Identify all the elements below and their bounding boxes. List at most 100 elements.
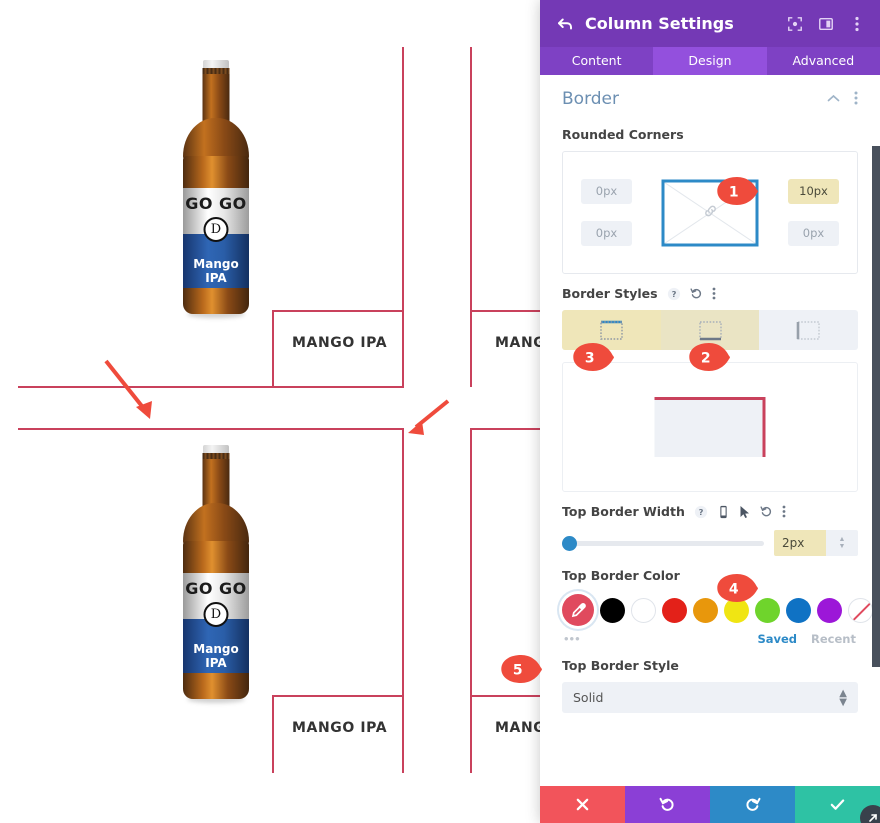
beer-bottle-image-1: GO GO D Mango IPA xyxy=(183,60,249,320)
row2-top-border xyxy=(18,428,404,430)
row2-top-border-c2 xyxy=(470,428,540,430)
top-border-color-picker[interactable] xyxy=(562,594,594,626)
beer-bottle-image-2: GO GO D Mango IPA xyxy=(183,445,249,705)
mobile-icon[interactable] xyxy=(717,505,730,519)
saved-colors-link[interactable]: Saved xyxy=(757,632,797,646)
stepper-down-icon[interactable]: ▼ xyxy=(839,543,846,550)
layout-icon[interactable] xyxy=(817,15,835,33)
svg-text:1: 1 xyxy=(729,185,739,201)
rounded-corner-top-right[interactable]: 10px xyxy=(788,179,839,204)
color-swatch-blue[interactable] xyxy=(786,597,811,623)
caption-box-left-r1c1 xyxy=(272,310,274,387)
color-swatch-red[interactable] xyxy=(662,597,687,623)
callout-pin-3: 3 xyxy=(573,343,614,371)
width-slider-knob[interactable] xyxy=(562,535,577,551)
width-slider-track[interactable] xyxy=(562,535,764,551)
caption-box-top-r2c2 xyxy=(470,695,540,697)
bottle-variant-text: Mango IPA xyxy=(193,642,239,670)
caption-box-top-r1c2 xyxy=(470,310,540,312)
row1-bottom-border xyxy=(18,386,404,388)
cancel-button[interactable] xyxy=(540,786,625,823)
left-border-style-button[interactable] xyxy=(759,310,858,350)
top-border-width-input[interactable]: 2px xyxy=(774,530,826,556)
column-border-right-r2c1 xyxy=(402,428,404,773)
panel-header-icons xyxy=(786,15,866,33)
bottle-variant-text: Mango IPA xyxy=(193,257,239,285)
tab-content[interactable]: Content xyxy=(540,47,653,75)
product-caption-3: MANGO IPA xyxy=(292,720,388,736)
help-icon[interactable]: ? xyxy=(667,287,681,301)
svg-text:4: 4 xyxy=(729,582,739,598)
column-border-right-r1c1 xyxy=(402,47,404,387)
callout-pin-4: 4 xyxy=(717,574,758,602)
help-icon[interactable]: ? xyxy=(694,505,708,519)
width-stepper[interactable]: ▲ ▼ xyxy=(826,530,858,556)
product-caption-2: MANGO IPA xyxy=(495,335,540,351)
top-border-color-label: Top Border Color xyxy=(562,568,680,583)
top-border-width-label: Top Border Width ? xyxy=(562,504,858,519)
top-border-style-value: Solid xyxy=(573,690,604,705)
top-border-width-field: Top Border Width ? 2px ▲ ▼ xyxy=(540,504,880,556)
bottle-brand-text: GO GO xyxy=(185,579,247,598)
color-swatch-row xyxy=(562,594,873,626)
callout-pin-2: 2 xyxy=(689,343,730,371)
reset-icon[interactable] xyxy=(760,505,773,518)
more-vertical-icon[interactable] xyxy=(712,287,716,300)
bottle-logo-mark: D xyxy=(203,602,229,627)
bottle-neck xyxy=(202,459,230,507)
more-vertical-icon[interactable] xyxy=(782,505,786,518)
svg-text:?: ? xyxy=(671,289,676,299)
top-border-width-control: 2px ▲ ▼ xyxy=(562,530,858,556)
bottle-logo-mark: D xyxy=(203,217,229,242)
svg-text:?: ? xyxy=(698,507,703,517)
rounded-corner-bottom-right[interactable]: 0px xyxy=(788,221,839,246)
color-swatch-transparent[interactable] xyxy=(848,597,873,623)
top-border-style-field: Top Border Style Solid ▲ ▼ xyxy=(540,658,880,713)
reset-icon[interactable] xyxy=(690,287,703,300)
section-title: Border xyxy=(562,89,619,109)
border-preview-box xyxy=(654,397,766,457)
color-swatch-purple[interactable] xyxy=(817,597,842,623)
focus-icon[interactable] xyxy=(786,15,804,33)
top-border-style-select[interactable]: Solid ▲ ▼ xyxy=(562,682,858,713)
caption-box-top-r2c1 xyxy=(272,695,404,697)
caption-box-left-r2c2 xyxy=(470,695,472,773)
caption-box-top-r1c1 xyxy=(272,310,404,312)
svg-text:3: 3 xyxy=(585,351,595,367)
panel-scrollbar[interactable] xyxy=(872,146,880,667)
border-styles-label-text: Border Styles xyxy=(562,286,658,301)
chevron-up-icon[interactable] xyxy=(827,92,840,106)
color-swatch-black[interactable] xyxy=(600,597,625,623)
callout-pin-5: 5 xyxy=(501,655,542,683)
select-arrows-icon: ▲ ▼ xyxy=(839,687,847,708)
cursor-icon[interactable] xyxy=(739,505,751,519)
rounded-corners-widget: 0px 10px 0px 0px xyxy=(562,151,858,274)
tab-design[interactable]: Design xyxy=(653,47,767,75)
resize-handle[interactable] xyxy=(860,805,880,823)
product-caption-1: MANGO IPA xyxy=(292,335,388,351)
recent-colors-link[interactable]: Recent xyxy=(811,632,856,646)
panel-header: Column Settings xyxy=(540,0,880,47)
tab-advanced[interactable]: Advanced xyxy=(767,47,880,75)
top-border-color-field: Top Border Color ••• Saved Recent xyxy=(540,568,880,646)
svg-text:5: 5 xyxy=(513,663,523,679)
undo-button[interactable] xyxy=(625,786,710,823)
website-preview: GO GO D Mango IPA MANGO IPA MANGO IPA GO… xyxy=(0,0,540,823)
panel-body: Border Rounded Corners 0px 10px 0px 0px xyxy=(540,75,880,786)
back-arrow-icon[interactable] xyxy=(554,13,576,35)
rounded-corner-bottom-left[interactable]: 0px xyxy=(581,221,632,246)
ellipsis-icon[interactable]: ••• xyxy=(564,631,743,646)
bottle-brand-text: GO GO xyxy=(185,194,247,213)
more-vertical-icon[interactable] xyxy=(848,15,866,33)
svg-text:2: 2 xyxy=(701,351,711,367)
section-more-icon[interactable] xyxy=(854,91,858,108)
annotation-arrow-right xyxy=(408,399,450,435)
color-swatch-white[interactable] xyxy=(631,597,656,623)
rounded-corner-top-left[interactable]: 0px xyxy=(581,179,632,204)
caption-box-left-r1c2 xyxy=(470,310,472,387)
border-preview-field xyxy=(540,362,880,492)
callout-pin-1: 1 xyxy=(717,177,758,205)
border-section-header: Border xyxy=(540,75,880,115)
stepper-up-icon[interactable]: ▲ xyxy=(839,536,846,543)
redo-button[interactable] xyxy=(710,786,795,823)
